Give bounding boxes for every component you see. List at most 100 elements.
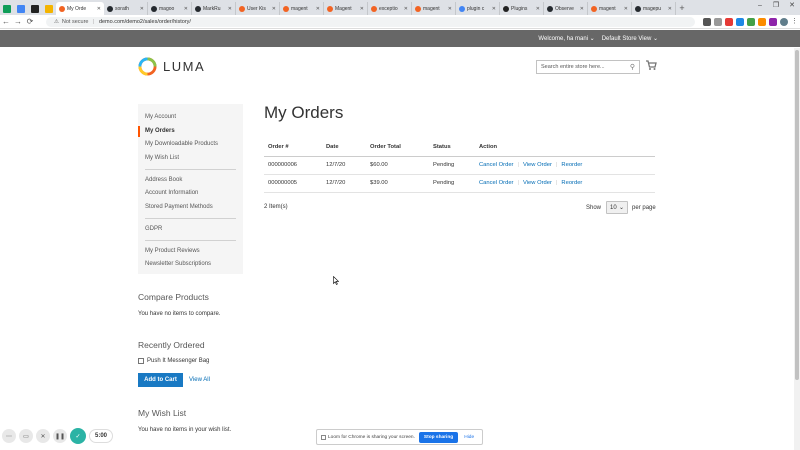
tab-close-icon[interactable]: ✕ — [97, 6, 101, 12]
menu-icon[interactable]: ⋮ — [790, 17, 799, 26]
camera-icon[interactable]: ▭ — [19, 429, 33, 443]
reorder-link[interactable]: Reorder — [561, 162, 582, 168]
extension-icon[interactable] — [702, 17, 711, 26]
extension-icon[interactable] — [724, 17, 733, 26]
order-id-cell: 000000006 — [264, 156, 322, 175]
reorder-link[interactable]: Reorder — [561, 180, 582, 186]
new-tab-button[interactable]: + — [676, 2, 688, 15]
sidebar-item-my-downloadable-products[interactable]: My Downloadable Products — [138, 138, 243, 152]
sidebar-item-newsletter-subscriptions[interactable]: Newsletter Subscriptions — [138, 258, 243, 272]
tab-favicon-icon — [415, 5, 421, 12]
search-icon[interactable]: ⚲ — [630, 63, 635, 71]
browser-tab[interactable]: Magent ✕ — [324, 2, 368, 15]
browser-tab-strip: My Orde ✕ sorath ✕ magoo ✕ MarkRu ✕ User Kis ✕ mag… — [0, 0, 800, 15]
tab-close-icon[interactable]: ✕ — [228, 6, 232, 12]
compare-empty-text: You have no items to compare. — [138, 311, 221, 317]
tab-close-icon[interactable]: ✕ — [404, 6, 408, 12]
tab-close-icon[interactable]: ✕ — [360, 6, 364, 12]
store-logo[interactable]: LUMA — [138, 57, 205, 76]
extension-icon[interactable] — [735, 17, 744, 26]
welcome-menu[interactable]: Welcome, ha mani ⌄ — [538, 35, 594, 42]
browser-tab[interactable]: magent ✕ — [588, 2, 632, 15]
store-view-switcher[interactable]: Default Store View ⌄ — [602, 35, 658, 42]
tab-label: magent — [599, 5, 616, 12]
extension-icon[interactable] — [768, 17, 777, 26]
browser-tab[interactable]: exceptio ✕ — [368, 2, 412, 15]
browser-tab[interactable]: magoo ✕ — [148, 2, 192, 15]
maximize-icon[interactable]: ❐ — [768, 0, 784, 12]
page-scrollbar[interactable] — [794, 48, 800, 450]
tab-close-icon[interactable]: ✕ — [316, 6, 320, 12]
pinned-tab-dark[interactable] — [28, 2, 42, 15]
tab-close-icon[interactable]: ✕ — [668, 6, 672, 12]
forward-icon[interactable]: → — [12, 17, 24, 26]
minimize-icon[interactable]: – — [752, 0, 768, 12]
tab-close-icon[interactable]: ✕ — [184, 6, 188, 12]
sidebar-item-account-information[interactable]: Account Information — [138, 187, 243, 201]
close-window-icon[interactable]: ✕ — [784, 0, 800, 12]
browser-tab[interactable]: My Orde ✕ — [56, 2, 104, 15]
browser-tab[interactable]: MarkRu ✕ — [192, 2, 236, 15]
warning-icon: ⚠ — [53, 18, 59, 25]
view-order-link[interactable]: View Order — [523, 162, 552, 168]
url-separator: | — [92, 18, 94, 25]
tab-label: exceptio — [379, 5, 398, 12]
profile-avatar[interactable] — [779, 17, 788, 26]
browser-tab[interactable]: magent ✕ — [280, 2, 324, 15]
sidebar-item-stored-payment-methods[interactable]: Stored Payment Methods — [138, 201, 243, 215]
finish-recording-icon[interactable]: ✓ — [70, 428, 86, 444]
item-checkbox[interactable] — [138, 358, 144, 364]
pinned-tab-slides[interactable] — [42, 2, 56, 15]
view-all-link[interactable]: View All — [189, 377, 210, 383]
tab-close-icon[interactable]: ✕ — [272, 6, 276, 12]
browser-tab[interactable]: magepu ✕ — [632, 2, 676, 15]
sidebar-item-address-book[interactable]: Address Book — [138, 174, 243, 188]
tab-label: User Kis — [247, 5, 266, 12]
browser-tab[interactable]: Observe ✕ — [544, 2, 588, 15]
browser-tab[interactable]: plugin c ✕ — [456, 2, 500, 15]
extension-icon[interactable] — [746, 17, 755, 26]
stop-sharing-button[interactable]: Stop sharing — [418, 431, 459, 443]
tab-favicon-icon — [591, 5, 597, 12]
url-field[interactable]: ⚠ Not secure | demo.com/demo2/sales/orde… — [45, 16, 695, 27]
scrollbar-thumb[interactable] — [795, 50, 799, 380]
view-order-link[interactable]: View Order — [523, 180, 552, 186]
search-input[interactable]: Search entire store here... ⚲ — [536, 60, 640, 74]
tab-close-icon[interactable]: ✕ — [492, 6, 496, 12]
table-row: 000000006 12/7/20 $60.00 Pending Cancel Orde… — [264, 156, 655, 175]
sidebar-item-my-wish-list[interactable]: My Wish List — [138, 152, 243, 166]
hide-button[interactable]: Hide — [464, 435, 474, 440]
browser-tab[interactable]: User Kis ✕ — [236, 2, 280, 15]
cancel-recording-icon[interactable]: ✕ — [36, 429, 50, 443]
pause-icon[interactable]: ❚❚ — [53, 429, 67, 443]
cancel-order-link[interactable]: Cancel Order — [479, 180, 513, 186]
tab-close-icon[interactable]: ✕ — [140, 6, 144, 12]
back-icon[interactable]: ← — [0, 17, 12, 26]
sidebar-item-my-account[interactable]: My Account — [138, 111, 243, 125]
extension-icon[interactable] — [757, 17, 766, 26]
per-page-label: per page — [632, 204, 656, 211]
pinned-tab-app[interactable] — [14, 2, 28, 15]
pinned-tab-sheets[interactable] — [0, 2, 14, 15]
tab-close-icon[interactable]: ✕ — [580, 6, 584, 12]
chevron-down-icon: ⌄ — [618, 205, 625, 211]
tab-close-icon[interactable]: ✕ — [448, 6, 452, 12]
more-icon[interactable]: ⋯ — [2, 429, 16, 443]
luma-logo-icon — [138, 57, 157, 76]
sidebar-item-gdpr[interactable]: GDPR — [138, 223, 243, 237]
cart-icon[interactable] — [645, 59, 657, 71]
tab-close-icon[interactable]: ✕ — [624, 6, 628, 12]
tab-label: sorath — [115, 5, 129, 12]
cancel-order-link[interactable]: Cancel Order — [479, 162, 513, 168]
star-icon[interactable] — [713, 17, 722, 26]
wishlist-title: My Wish List — [138, 408, 187, 418]
browser-tab[interactable]: magent ✕ — [412, 2, 456, 15]
browser-tab[interactable]: Plugins ✕ — [500, 2, 544, 15]
nav-divider — [145, 169, 236, 171]
add-to-cart-button[interactable]: Add to Cart — [138, 373, 183, 387]
limit-select[interactable]: 10 ⌄ — [606, 201, 629, 214]
tab-close-icon[interactable]: ✕ — [536, 6, 540, 12]
browser-tab[interactable]: sorath ✕ — [104, 2, 148, 15]
sidebar-item-my-product-reviews[interactable]: My Product Reviews — [138, 245, 243, 259]
reload-icon[interactable]: ⟳ — [24, 17, 36, 26]
